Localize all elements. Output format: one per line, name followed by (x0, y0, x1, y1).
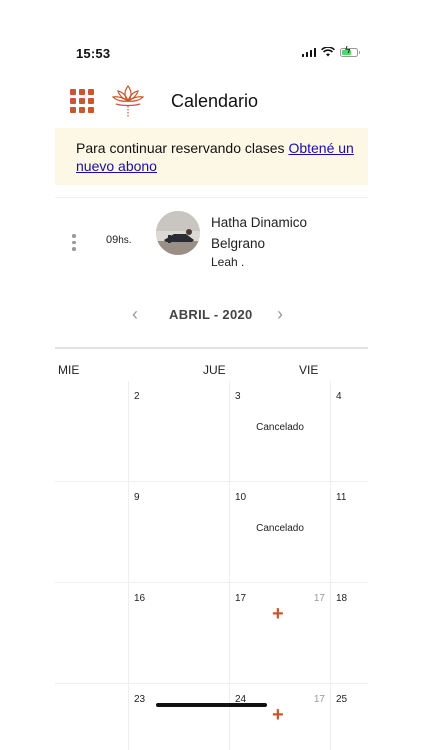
class-teacher: Leah . (211, 255, 245, 269)
status-time: 15:53 (76, 46, 111, 61)
calendar-day-cell[interactable]: 3 Cancelado (230, 381, 331, 482)
calendar-day-cell[interactable]: 24 17 + (230, 684, 331, 750)
status-icons: ϟ (301, 45, 360, 57)
screen: 15:53 ϟ Calendario Para continuar reserv… (55, 0, 368, 750)
more-options-icon[interactable] (72, 234, 76, 251)
calendar-day-cell[interactable]: 17 17 + (230, 583, 331, 684)
add-class-icon[interactable]: + (272, 705, 284, 725)
calendar-day-cell[interactable] (55, 583, 129, 684)
app-header: Calendario (55, 78, 368, 124)
calendar-day-cell[interactable] (55, 684, 129, 750)
wifi-icon (321, 47, 335, 57)
day-number: 16 (134, 593, 146, 604)
calendar-day-cell[interactable]: 11 (331, 482, 368, 583)
battery-icon: ϟ (340, 45, 360, 57)
calendar-day-cell[interactable] (55, 482, 129, 583)
cancelled-label: Cancelado (256, 523, 304, 534)
status-bar: 15:53 ϟ (55, 0, 368, 70)
calendar-day-cell[interactable]: 10 Cancelado (230, 482, 331, 583)
class-time: 09hs. (106, 234, 132, 246)
calendar-day-cell[interactable]: 2 (129, 381, 230, 482)
signal-icon (301, 47, 316, 57)
weekday-label: JUE (203, 363, 226, 377)
day-number: 11 (336, 492, 347, 503)
calendar-day-cell[interactable]: 18 (331, 583, 368, 684)
banner-text: Para continuar reservando clases (76, 140, 289, 156)
page-title: Calendario (171, 91, 259, 111)
day-number: 4 (336, 391, 342, 402)
home-indicator[interactable] (156, 703, 267, 707)
day-number: 18 (336, 593, 348, 604)
weekday-label: VIE (299, 363, 319, 377)
weekday-label: MIE (58, 363, 80, 377)
day-number: 9 (134, 492, 140, 503)
day-number: 10 (235, 492, 247, 503)
grid-icon[interactable] (70, 89, 94, 113)
chevron-left-icon[interactable]: ‹ (132, 304, 138, 325)
calendar-day-cell[interactable] (55, 381, 129, 482)
calendar-day-cell[interactable]: 16 (129, 583, 230, 684)
calendar-day-cell[interactable]: 9 (129, 482, 230, 583)
calendar-grid: MIEJUEVIESA23Cancelado4910Cancelado11161… (55, 347, 368, 750)
renew-banner: Para continuar reservando clases Obtené … (55, 128, 368, 185)
day-number: 23 (134, 694, 146, 705)
class-name: Hatha Dinamico Belgrano (211, 215, 308, 251)
class-avatar (156, 211, 200, 255)
add-class-icon[interactable]: + (272, 604, 284, 624)
calendar-day-cell[interactable]: 23 (129, 684, 230, 750)
month-navigator: ‹ ABRIL - 2020 › (55, 303, 368, 327)
class-item[interactable]: 09hs. Hatha Dinamico Belgrano Leah . (55, 197, 368, 283)
day-number: 25 (336, 694, 348, 705)
day-number: 2 (134, 391, 140, 402)
month-label: ABRIL - 2020 (169, 307, 253, 322)
calendar-day-cell[interactable]: 25 (331, 684, 368, 750)
day-number: 3 (235, 391, 241, 402)
day-number: 17 (235, 593, 247, 604)
day-count: 17 (313, 694, 325, 705)
cancelled-label: Cancelado (256, 422, 304, 433)
chevron-right-icon[interactable]: › (277, 304, 283, 325)
calendar-day-cell[interactable]: 4 (331, 381, 368, 482)
day-count: 17 (313, 593, 325, 604)
lotus-logo (111, 85, 145, 117)
